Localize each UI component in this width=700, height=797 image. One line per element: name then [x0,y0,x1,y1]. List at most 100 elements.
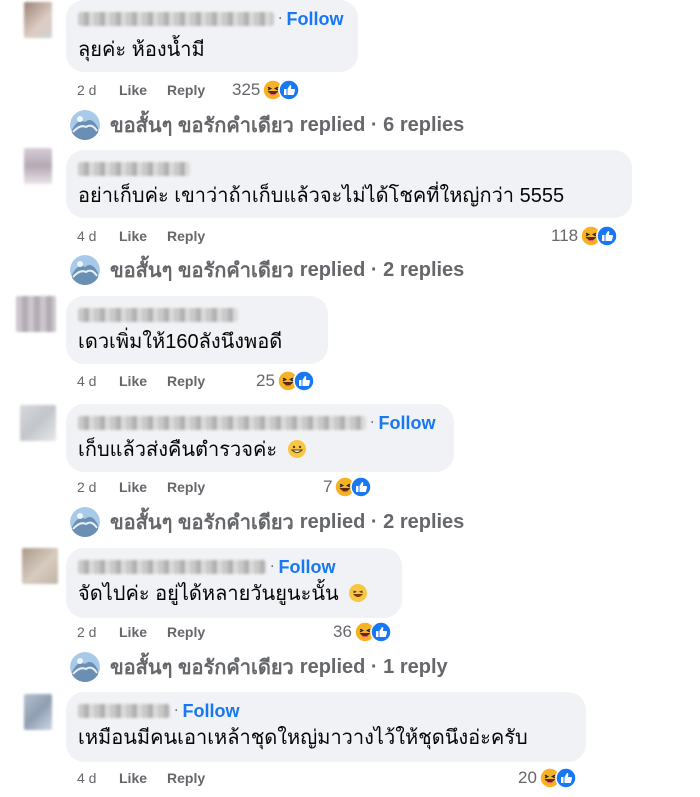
comment-text: เก็บแล้วส่งคืนตำรวจค่ะ [78,436,442,464]
reaction-count: 7 [323,477,333,496]
like-button[interactable]: Like [119,624,167,640]
comment-time[interactable]: 2 d [77,82,119,98]
commenter-avatar[interactable] [24,148,52,184]
comment-text: อย่าเก็บค่ะ เขาว่าถ้าเก็บแล้วจะไม่ได้โชค… [78,185,565,207]
reply-button[interactable]: Reply [167,373,205,389]
view-replies-link[interactable]: ขอสั้นๆ ขอรักคำเดียว replied · 2 replies [70,256,464,284]
view-replies-link[interactable]: ขอสั้นๆ ขอรักคำเดียว replied · 6 replies [70,111,464,139]
like-button[interactable]: Like [119,373,167,389]
reaction-count: 20 [518,768,537,787]
reaction-count: 118 [551,226,579,245]
follow-button[interactable]: Follow [278,557,335,578]
comment-text: เหมือนมีคนเอาเหล้าชุดใหญ่มาวางไว้ให้ชุดน… [78,727,528,749]
comment-time[interactable]: 2 d [77,624,119,640]
reaction-count: 325 [232,80,261,99]
view-replies-link[interactable]: ขอสั้นๆ ขอรักคำเดียว replied · 1 reply [70,653,448,681]
follow-button[interactable]: Follow [378,413,435,434]
commenter-avatar[interactable] [16,296,56,332]
comment-bubble: · Follow ลุยค่ะ ห้องน้ำมี [66,0,358,72]
commenter-name-row [78,304,316,326]
view-replies-link[interactable]: ขอสั้นๆ ขอรักคำเดียว replied · 2 replies [70,508,464,536]
commenter-name-blurred[interactable] [78,308,238,322]
page-avatar [70,507,100,537]
reaction-count: 25 [256,371,275,390]
comment-time[interactable]: 4 d [77,770,119,786]
comment-meta: 2 d Like Reply [77,80,205,100]
replied-verb: replied [299,655,366,678]
replied-separator: · [365,510,384,533]
reply-button[interactable]: Reply [167,624,205,640]
commenter-name-blurred[interactable] [78,162,190,176]
comment-text-content: เก็บแล้วส่งคืนตำรวจค่ะ [78,439,278,461]
comment-meta: 2 d Like Reply [77,477,205,497]
reaction-summary[interactable]: 118 [551,225,618,247]
commenter-name-blurred[interactable] [78,704,170,718]
reaction-summary[interactable]: 20 [518,767,577,789]
reply-button[interactable]: Reply [167,479,205,495]
reply-button[interactable]: Reply [167,770,205,786]
comment-meta: 2 d Like Reply [77,622,205,642]
reaction-summary[interactable]: 36 [333,621,392,643]
comment-bubble: · Follow จัดไปค่ะ อยู่ได้หลายวันยูนะนั้น [66,548,402,618]
like-icon [278,79,300,101]
comment-bubble: เดวเพิ่มให้160ลังนึงพอดี [66,296,328,364]
grin-icon [287,439,307,459]
commenter-name-blurred[interactable] [78,12,274,26]
commenter-name-blurred[interactable] [78,560,266,574]
replied-verb: replied [299,113,366,136]
like-button[interactable]: Like [119,82,167,98]
page-avatar [70,255,100,285]
replied-verb: replied [299,510,366,533]
like-icon [350,476,372,498]
reaction-count: 36 [333,622,352,641]
like-button[interactable]: Like [119,228,167,244]
replier-name: ขอสั้นๆ ขอรักคำเดียว [110,115,294,137]
separator-dot: · [370,415,375,431]
commenter-name-row [78,158,620,180]
like-button[interactable]: Like [119,770,167,786]
replier-name: ขอสั้นๆ ขอรักคำเดียว [110,657,294,679]
laughing-icon [348,583,368,603]
reply-button[interactable]: Reply [167,82,205,98]
separator-dot: · [278,11,283,27]
commenter-avatar[interactable] [22,548,58,584]
follow-button[interactable]: Follow [286,9,343,30]
comment-text: จัดไปค่ะ อยู่ได้หลายวันยูนะนั้น [78,580,390,608]
replier-name: ขอสั้นๆ ขอรักคำเดียว [110,512,294,534]
commenter-name-blurred[interactable] [78,416,366,430]
comment-time[interactable]: 4 d [77,228,119,244]
like-icon [596,225,618,247]
commenter-avatar[interactable] [20,405,56,441]
commenter-avatar[interactable] [24,2,52,38]
reaction-summary[interactable]: 7 [323,476,372,498]
comment-meta: 4 d Like Reply [77,768,205,788]
comment-bubble: · Follow เหมือนมีคนเอาเหล้าชุดใหญ่มาวางไ… [66,692,586,762]
comment-bubble: · Follow เก็บแล้วส่งคืนตำรวจค่ะ [66,404,454,472]
comment-text-content: จัดไปค่ะ อยู่ได้หลายวันยูนะนั้น [78,583,339,605]
like-icon [293,370,315,392]
reaction-summary[interactable]: 325 [232,79,300,101]
comment-text: ลุยค่ะ ห้องน้ำมี [78,39,205,61]
comment-bubble: อย่าเก็บค่ะ เขาว่าถ้าเก็บแล้วจะไม่ได้โชค… [66,150,632,218]
commenter-name-row: · Follow [78,8,346,30]
comment-time[interactable]: 2 d [77,479,119,495]
like-button[interactable]: Like [119,479,167,495]
comment-meta: 4 d Like Reply [77,226,205,246]
comment-time[interactable]: 4 d [77,373,119,389]
follow-button[interactable]: Follow [182,701,239,722]
separator-dot: · [174,703,179,719]
commenter-name-row: · Follow [78,412,442,434]
comment-meta: 4 d Like Reply [77,371,205,391]
like-icon [370,621,392,643]
commenter-avatar[interactable] [24,694,52,730]
reply-count: 1 reply [383,655,448,678]
replied-separator: · [365,258,384,281]
comment-thread: · Follow ลุยค่ะ ห้องน้ำมี 2 d Like Reply… [0,0,700,797]
comment-text: เดวเพิ่มให้160ลังนึงพอดี [78,331,283,353]
reply-button[interactable]: Reply [167,228,205,244]
replied-separator: · [365,655,384,678]
commenter-name-row: · Follow [78,700,574,722]
replier-name: ขอสั้นๆ ขอรักคำเดียว [110,260,294,282]
like-icon [555,767,577,789]
reaction-summary[interactable]: 25 [256,370,315,392]
